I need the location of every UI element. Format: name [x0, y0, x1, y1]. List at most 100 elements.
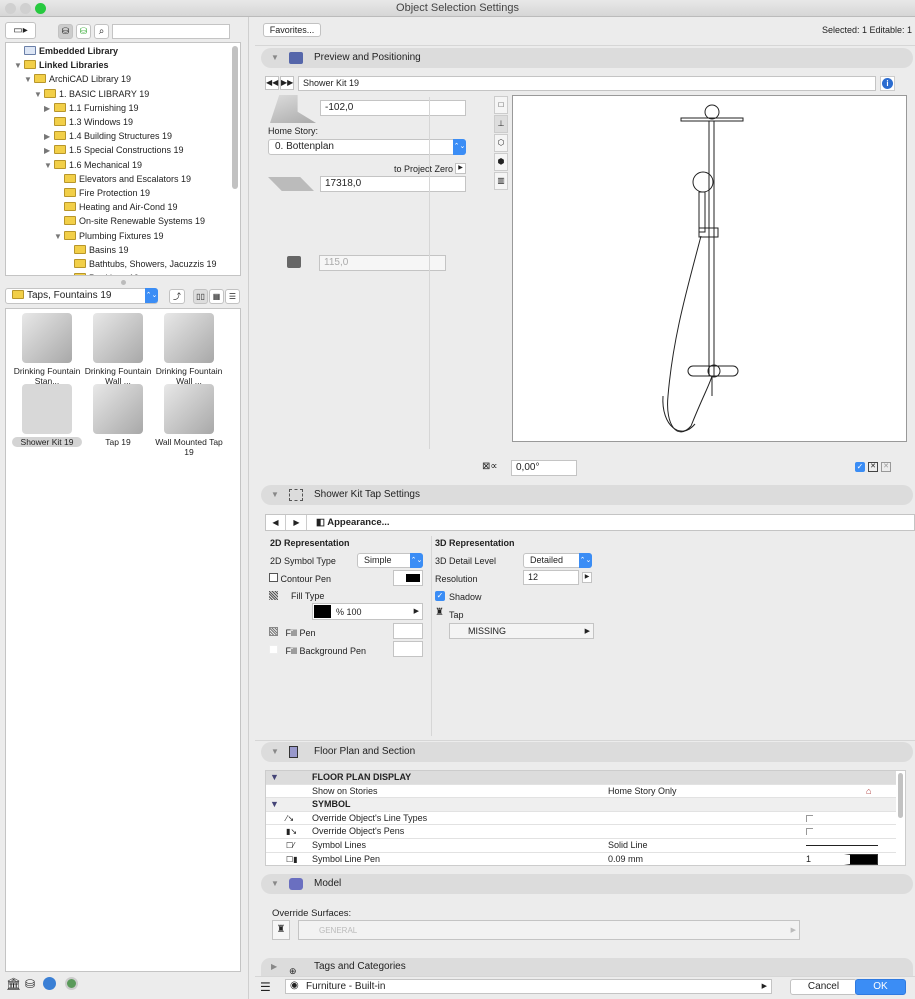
tree-item[interactable]: Basins 19 [64, 243, 129, 257]
project-zero-field[interactable]: 17318,0 [320, 176, 466, 192]
library-object-item[interactable]: Drinking Fountain Wall ... [154, 313, 224, 386]
detail-level-select[interactable]: Detailed ⌃⌄ [523, 553, 592, 568]
resolution-arrow-button[interactable]: ▶ [582, 572, 592, 583]
splitter-handle[interactable] [121, 280, 126, 285]
tree-item[interactable]: 1.3 Windows 19 [44, 115, 133, 129]
tree-item[interactable]: ▶ 1.1 Furnishing 19 [44, 101, 139, 115]
object-view-button[interactable]: ⛁ [58, 24, 73, 39]
axonometric-view-button[interactable]: ⬡ [494, 134, 508, 152]
previous-object-button[interactable]: ◀◀ [265, 76, 279, 90]
parameter-value[interactable]: Home Story Only [608, 785, 677, 798]
search-icon[interactable]: ⌕ [94, 24, 109, 39]
tree-item[interactable]: On-site Renewable Systems 19 [54, 214, 205, 228]
section-tags-header[interactable]: ▶ ⊕ Tags and Categories [261, 958, 913, 976]
disclosure-triangle-icon[interactable]: ▶ [44, 102, 54, 116]
pen-color-swatch[interactable] [844, 853, 878, 865]
elevation-field[interactable]: -102,0 [320, 100, 466, 116]
tree-item[interactable]: ▶ 1.5 Special Constructions 19 [44, 143, 184, 157]
zoom-button[interactable] [35, 3, 46, 14]
home-story-select[interactable]: 0. Bottenplan ⌃⌄ [268, 139, 466, 155]
large-icons-view-button[interactable]: ▯▯ [193, 289, 208, 304]
cancel-button[interactable]: Cancel [790, 979, 857, 995]
section-model-header[interactable]: ▼ Model [261, 874, 913, 894]
library-tree-icon[interactable]: ⛁ [25, 977, 35, 991]
3d-shaded-view-button[interactable]: ⬢ [494, 153, 508, 171]
fill-type-picker[interactable]: % 100 ▶ [312, 603, 423, 620]
tree-item[interactable]: Bathtubs, Showers, Jacuzzis 19 [64, 257, 217, 271]
symbol-type-select[interactable]: Simple ⌃⌄ [357, 553, 423, 568]
minimize-button[interactable] [20, 3, 31, 14]
parameter-value[interactable]: Solid Line [608, 839, 648, 852]
library-object-item[interactable]: Tap 19 [83, 384, 153, 447]
library-object-item[interactable]: Drinking Fountain Wall ... [83, 313, 153, 386]
table-scrollbar[interactable] [898, 773, 903, 818]
tree-item[interactable]: Heating and Air-Cond 19 [54, 200, 178, 214]
section-floor-plan-header[interactable]: ▼ Floor Plan and Section [261, 742, 913, 762]
group-toggle-icon[interactable]: ▼ [270, 798, 279, 811]
resolution-field[interactable]: 12 [523, 570, 579, 585]
mirror-y-button[interactable]: ✕ [881, 462, 891, 472]
web-objects-icon[interactable] [65, 977, 78, 990]
fill-bg-pen-picker[interactable] [393, 641, 423, 657]
favorites-button[interactable]: Favorites... [263, 23, 321, 37]
tree-item[interactable]: ▼ Plumbing Fixtures 19 [54, 229, 164, 243]
globe-icon[interactable] [43, 977, 56, 990]
library-icon[interactable]: 🏛 [6, 977, 21, 991]
tree-item[interactable]: Fire Protection 19 [54, 186, 150, 200]
disclosure-triangle-icon[interactable]: ▶ [44, 130, 54, 144]
disclosure-triangle-icon[interactable]: ▼ [34, 88, 44, 102]
library-object-item[interactable]: Wall Mounted Tap 19 [154, 384, 224, 457]
table-row[interactable]: Override Object's Pens ▮↘ [266, 825, 896, 839]
group-toggle-icon[interactable]: ▼ [270, 771, 279, 784]
library-object-item[interactable]: Drinking Fountain Stan... [12, 313, 82, 386]
table-row[interactable]: Symbol Line Pen 0.09 mm 1 ☐▮ [266, 852, 896, 865]
tree-item[interactable]: ▼ 1. BASIC LIBRARY 19 [34, 87, 149, 101]
parameter-value[interactable]: 0.09 mm [608, 853, 643, 865]
parent-folder-button[interactable]: ⤴ [169, 289, 185, 304]
search-input[interactable] [112, 24, 230, 39]
layer-select[interactable]: ◉ Furniture - Built-in ▶ [285, 979, 772, 994]
section-tap-settings-header[interactable]: ▼ Shower Kit Tap Settings [261, 485, 913, 505]
table-row[interactable]: Symbol Lines Solid Line ☐⁄ [266, 839, 896, 853]
settings-view-button[interactable]: ▥ [494, 172, 508, 190]
page-select[interactable]: ◧ Appearance... [316, 517, 390, 528]
table-group-row[interactable]: ▼ SYMBOL [266, 798, 896, 812]
section-preview-header[interactable]: ▼ Preview and Positioning [261, 48, 913, 68]
next-page-button[interactable]: ▶ [287, 515, 307, 530]
list-view-button[interactable]: ☰ [225, 289, 240, 304]
tap-material-picker[interactable]: MISSING ▶ [449, 623, 594, 639]
next-object-button[interactable]: ▶▶ [280, 76, 294, 90]
disclosure-triangle-icon[interactable]: ▼ [44, 159, 54, 173]
table-row[interactable]: Override Object's Line Types ⁄↘ [266, 811, 896, 826]
panel-divider[interactable] [248, 17, 249, 999]
tree-item[interactable]: ▼ Linked Libraries [14, 58, 109, 72]
contour-pen-picker[interactable] [393, 570, 423, 586]
tree-item[interactable]: Partitions 19 [64, 271, 139, 275]
tree-scrollbar[interactable] [232, 46, 238, 189]
disclosure-triangle-icon[interactable]: ▼ [24, 73, 34, 87]
rotation-angle-field[interactable]: 0,00° [511, 460, 577, 476]
small-icons-view-button[interactable]: ▦ [209, 289, 224, 304]
table-row[interactable]: Show on Stories Home Story Only ⌂ [266, 784, 896, 799]
used-objects-button[interactable]: ⛁ [76, 24, 91, 39]
override-surface-button[interactable]: ♜ [272, 920, 290, 940]
checkbox[interactable] [806, 814, 813, 822]
tree-item[interactable]: Elevators and Escalators 19 [54, 172, 191, 186]
previous-page-button[interactable]: ◀ [266, 515, 286, 530]
object-name-field[interactable]: Shower Kit 19 [298, 76, 876, 91]
checkbox[interactable] [806, 828, 813, 836]
tree-item[interactable]: ▼ ArchiCAD Library 19 [24, 72, 131, 86]
shadow-checkbox[interactable]: ✓ [435, 591, 445, 601]
info-button[interactable]: i [880, 76, 895, 91]
ok-button[interactable]: OK [855, 979, 906, 995]
section-view-button[interactable]: ⊥ [494, 115, 508, 133]
table-group-row[interactable]: ▼ FLOOR PLAN DISPLAY [266, 771, 896, 785]
disclosure-triangle-icon[interactable]: ▼ [14, 59, 24, 73]
mirror-checkbox[interactable]: ✓ [855, 462, 865, 472]
mirror-x-button[interactable]: ✕ [868, 462, 878, 472]
folder-select[interactable]: Taps, Fountains 19 ⌃⌄ [5, 288, 158, 304]
story-icon[interactable]: ⌂ [866, 785, 871, 798]
tree-item[interactable]: ▼ 1.6 Mechanical 19 [44, 158, 142, 172]
disclosure-triangle-icon[interactable]: ▶ [44, 144, 54, 158]
tree-item[interactable]: Embedded Library [14, 44, 118, 58]
